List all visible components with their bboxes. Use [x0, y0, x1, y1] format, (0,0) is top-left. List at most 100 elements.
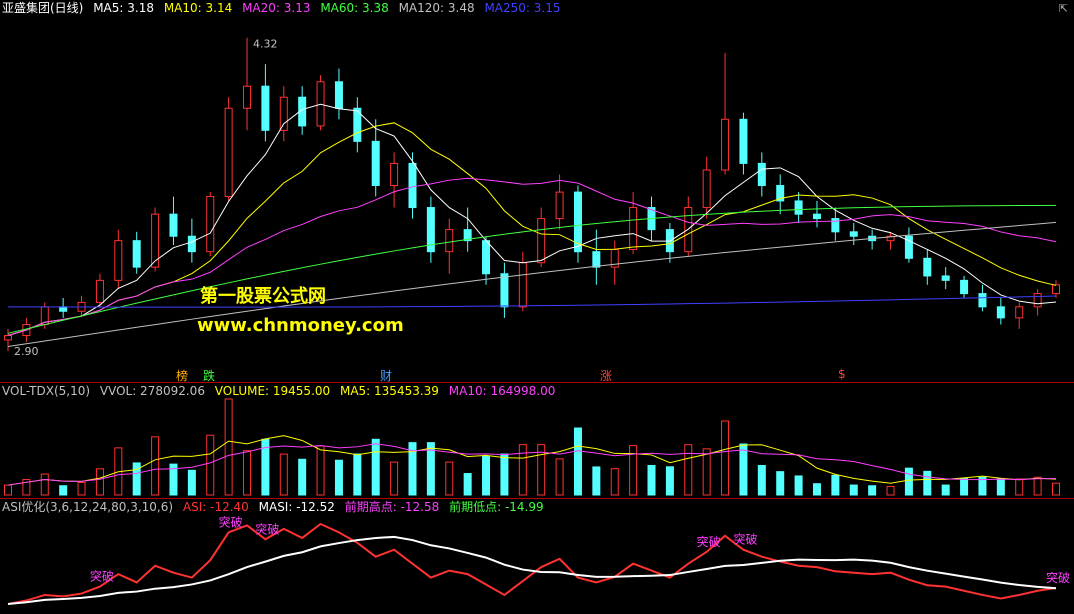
candle: [1052, 280, 1060, 299]
candle: [316, 75, 325, 131]
watermark-title: 第一股票公式网: [200, 286, 326, 307]
volume-bar: [941, 484, 950, 496]
volume-bar: [279, 453, 288, 496]
candle: [224, 97, 233, 201]
candle: [151, 207, 160, 272]
breakout-label: 突破: [219, 514, 243, 529]
volume-bar: [555, 458, 564, 496]
candle: [95, 273, 104, 307]
volume-pane[interactable]: VOL-TDX(5,10) VVOL: 278092.06 VOLUME: 19…: [0, 382, 1074, 499]
candle: [629, 192, 638, 254]
volume-bar: [151, 436, 160, 496]
vol-ma5-label: MA5: 135453.39: [339, 384, 439, 398]
volume-bar: [776, 471, 785, 496]
volume-bar: [592, 466, 601, 496]
volume-bar: [40, 473, 49, 496]
volume-bar: [316, 445, 325, 496]
volume-bar: [371, 438, 380, 496]
candle: [243, 37, 252, 131]
candle: [960, 275, 969, 299]
ma20-line: [7, 177, 1057, 337]
candle: [923, 249, 932, 285]
price-pane-header: 亚盛集团(日线) MA5: 3.18 MA10: 3.14 MA20: 3.13…: [2, 1, 566, 15]
breakout-label: 突破: [1046, 570, 1070, 585]
asi-label: ASI: -12.40: [182, 500, 249, 514]
candle: [1033, 289, 1042, 316]
candle: [573, 185, 582, 263]
volume-bar: [59, 485, 68, 496]
volume-ma5-line: [7, 435, 1057, 486]
volume-bar: [1052, 482, 1060, 496]
candle: [59, 298, 68, 318]
vol-ma10-label: MA10: 164998.00: [448, 384, 556, 398]
volume-indicator-name: VOL-TDX(5,10): [2, 384, 91, 398]
candle: [371, 119, 380, 197]
candle: [334, 68, 343, 120]
volume-bar: [206, 434, 215, 496]
event-marker-rank[interactable]: 榜: [176, 367, 188, 382]
masi-label: MASI: -12.52: [258, 500, 335, 514]
asi-chart[interactable]: 突破突破 突破突破 突破突破: [0, 499, 1074, 614]
volume-bar: [77, 482, 86, 496]
candle: [500, 262, 509, 318]
volume-bar: [610, 468, 619, 496]
candle: [555, 174, 564, 230]
volume-bar: [684, 444, 693, 496]
ma5-line: [7, 103, 1057, 337]
volume-bar: [702, 448, 711, 496]
stock-title: 亚盛集团(日线): [2, 1, 84, 15]
volume-bar: [629, 445, 638, 496]
volume-bar: [739, 443, 748, 496]
volume-bar: [390, 461, 399, 496]
volume-bar: [243, 450, 252, 496]
volume-pane-header: VOL-TDX(5,10) VVOL: 278092.06 VOLUME: 19…: [2, 384, 561, 398]
event-marker-finance[interactable]: 财: [380, 367, 392, 382]
volume-bar: [996, 478, 1005, 496]
candle: [868, 229, 877, 250]
asi-indicator-name: ASI优化(3,6,12,24,80,3,10,6): [2, 500, 174, 514]
candle: [757, 152, 766, 197]
volume-bar: [849, 484, 858, 496]
low-price-label: 2.90: [14, 345, 39, 358]
candlestick-chart[interactable]: 4.32 2.90: [0, 0, 1074, 382]
candle: [445, 218, 454, 274]
event-marker-dollar[interactable]: $: [838, 367, 846, 381]
ma250-line: [7, 295, 1057, 308]
ma10-line: [7, 122, 1057, 337]
volume-label: VOLUME: 19455.00: [214, 384, 331, 398]
volume-bar: [334, 459, 343, 496]
candle: [390, 152, 399, 208]
asi-pane-header: ASI优化(3,6,12,24,80,3,10,6) ASI: -12.40 M…: [2, 500, 550, 514]
volume-bar: [721, 420, 730, 496]
volume-chart[interactable]: [0, 383, 1074, 499]
ma5-label: MA5: 3.18: [93, 1, 154, 15]
volume-bar: [904, 467, 913, 496]
candle: [904, 227, 913, 263]
event-marker-rise[interactable]: 涨: [600, 367, 612, 382]
candle: [702, 156, 711, 219]
volume-bar: [757, 464, 766, 496]
candle: [353, 97, 362, 153]
asi-pane[interactable]: ASI优化(3,6,12,24,80,3,10,6) ASI: -12.40 M…: [0, 498, 1074, 614]
ma60-line: [7, 204, 1057, 334]
candle: [739, 112, 748, 175]
volume-bar: [4, 484, 12, 496]
breakout-label: 突破: [733, 532, 757, 547]
restore-arrow-icon[interactable]: ⇱: [1059, 2, 1068, 15]
ma10-label: MA10: 3.14: [163, 1, 233, 15]
candle: [279, 86, 288, 142]
candle: [261, 64, 270, 142]
volume-ma10-line: [7, 443, 1057, 486]
event-marker-drop[interactable]: 跌: [203, 367, 215, 382]
volume-bar: [794, 475, 803, 496]
volume-bar: [1015, 478, 1024, 496]
candle: [849, 222, 858, 246]
candle: [114, 229, 123, 290]
volume-bar: [886, 485, 895, 496]
candle: [1015, 302, 1024, 329]
volume-bar: [482, 455, 491, 496]
candle: [169, 196, 178, 246]
price-pane[interactable]: 亚盛集团(日线) MA5: 3.18 MA10: 3.14 MA20: 3.13…: [0, 0, 1074, 382]
breakout-label: 突破: [90, 569, 114, 584]
candle: [721, 53, 730, 175]
